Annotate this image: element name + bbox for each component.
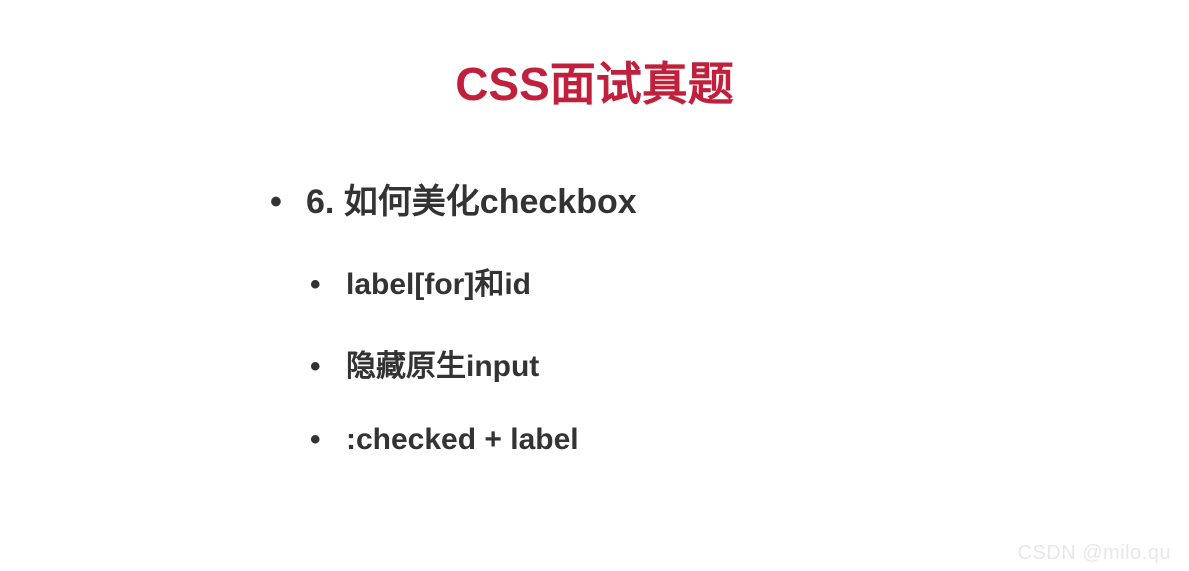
sub-item-text: label[for]和id — [346, 259, 531, 303]
bullet-icon: • — [310, 423, 346, 457]
sub-bullet-item: • label[for]和id — [310, 259, 1189, 303]
sub-item-text: 隐藏原生input — [346, 341, 539, 385]
slide-container: CSS面试真题 • 6. 如何美化checkbox • label[for]和i… — [0, 0, 1189, 571]
bullet-icon: • — [310, 350, 346, 384]
bullet-icon: • — [270, 183, 306, 222]
sub-item-text: :checked + label — [346, 423, 579, 457]
slide-title: CSS面试真题 — [0, 48, 1189, 114]
slide-content: • 6. 如何美化checkbox • label[for]和id • 隐藏原生… — [0, 174, 1189, 457]
main-bullet-item: • 6. 如何美化checkbox — [270, 174, 1189, 223]
sub-list: • label[for]和id • 隐藏原生input • :checked +… — [270, 259, 1189, 457]
bullet-icon: • — [310, 268, 346, 302]
watermark-text: CSDN @milo.qu — [1017, 542, 1171, 565]
sub-bullet-item: • :checked + label — [310, 423, 1189, 457]
main-item-text: 6. 如何美化checkbox — [306, 174, 637, 223]
sub-bullet-item: • 隐藏原生input — [310, 341, 1189, 385]
